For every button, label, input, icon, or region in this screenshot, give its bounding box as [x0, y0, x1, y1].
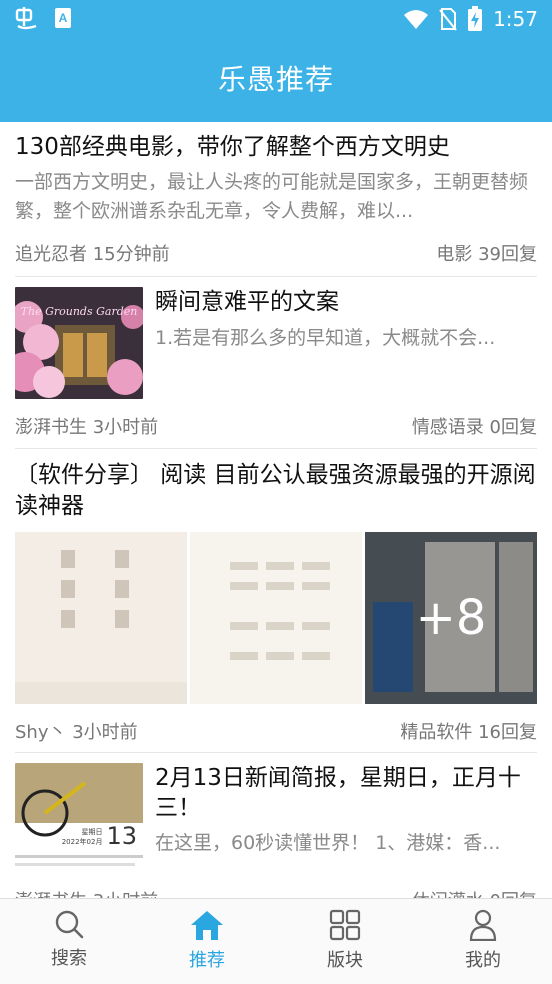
- status-time: 1:57: [493, 7, 538, 31]
- status-bar: A 1:57: [0, 0, 552, 38]
- post-author-time[interactable]: 追光忍者 15分钟前: [15, 240, 170, 266]
- post-title[interactable]: 130部经典电影，带你了解整个西方文明史: [15, 132, 537, 163]
- post-thumbnail[interactable]: 星期日 2022年02月 13: [15, 763, 143, 875]
- post-category-replies[interactable]: 情感语录 0回复: [412, 413, 537, 439]
- post-meta: 澎湃书生 3小时前 休闲灌水 0回复: [15, 887, 537, 898]
- home-icon: [191, 911, 223, 940]
- post-meta: 澎湃书生 3小时前 情感语录 0回复: [15, 413, 537, 439]
- app-bar: 乐愚推荐: [0, 38, 552, 122]
- no-sim-icon: [439, 8, 457, 31]
- post-title[interactable]: 〔软件分享〕 阅读 目前公认最强资源最强的开源阅读神器: [15, 460, 537, 522]
- nav-search[interactable]: 搜索: [0, 899, 138, 984]
- divider: [15, 276, 537, 277]
- post-title[interactable]: 瞬间意难平的文案: [155, 287, 537, 318]
- nav-label: 版块: [327, 950, 363, 971]
- post-image[interactable]: [15, 532, 187, 704]
- post-title[interactable]: 2月13日新闻简报，星期日，正月十三！: [155, 763, 537, 823]
- post-category-replies[interactable]: 休闲灌水 0回复: [412, 887, 537, 898]
- divider: [15, 752, 537, 753]
- post-card-4[interactable]: 星期日 2022年02月 13 2月13日新闻简报，星期日，正月十三！ 在这里，…: [15, 763, 537, 898]
- post-thumbnail[interactable]: The Grounds Garden: [15, 287, 143, 399]
- svg-text:A: A: [59, 11, 68, 25]
- thumb-sign-text: The Grounds Garden: [21, 305, 138, 318]
- grid-icon: [329, 909, 361, 941]
- battery-charging-icon: [468, 6, 483, 31]
- thumb-day: 13: [106, 822, 137, 850]
- nav-profile[interactable]: 我的: [414, 899, 552, 984]
- post-card-1[interactable]: 130部经典电影，带你了解整个西方文明史 一部西方文明史，最让人头疼的可能就是国…: [15, 132, 537, 274]
- post-author-time[interactable]: Shy丶 3小时前: [15, 718, 138, 744]
- post-meta: Shy丶 3小时前 精品软件 16回复: [15, 718, 537, 744]
- search-icon: [55, 910, 84, 939]
- post-image-strip: +8: [15, 532, 537, 704]
- post-card-3[interactable]: 〔软件分享〕 阅读 目前公认最强资源最强的开源阅读神器 +8: [15, 460, 537, 750]
- post-image[interactable]: [190, 532, 362, 704]
- nav-label: 我的: [465, 950, 501, 971]
- post-excerpt: 1.若是有那么多的早知道，大概就不会...: [155, 327, 496, 349]
- bottom-nav: 搜索 推荐 版块 我的: [0, 898, 552, 984]
- post-meta: 追光忍者 15分钟前 电影 39回复: [15, 240, 537, 266]
- divider: [15, 448, 537, 449]
- post-author-time[interactable]: 澎湃书生 3小时前: [15, 887, 158, 898]
- page-title: 乐愚推荐: [217, 63, 334, 96]
- post-card-2[interactable]: The Grounds Garden 瞬间意难平的文案 1.若是有那么多的早知道…: [15, 287, 537, 439]
- post-category-replies[interactable]: 精品软件 16回复: [400, 718, 537, 744]
- post-excerpt: 在这里，60秒读懂世界！ 1、港媒：香...: [155, 832, 501, 854]
- profile-icon: [469, 909, 497, 941]
- nav-label: 搜索: [51, 948, 87, 969]
- nav-recommend[interactable]: 推荐: [138, 899, 276, 984]
- post-card-3-meta: Shy丶 3小时前 精品软件 16回复: [15, 718, 537, 744]
- post-excerpt: 一部西方文明史，最让人头疼的可能就是国家多，王朝更替频繁，整个欧洲谱系杂乱无章，…: [15, 171, 529, 222]
- nav-boards[interactable]: 版块: [276, 899, 414, 984]
- thumb-weekday: 星期日: [81, 828, 103, 836]
- app-logo-icon: [15, 7, 37, 30]
- post-author-time[interactable]: 澎湃书生 3小时前: [15, 413, 158, 439]
- a-badge-icon: A: [55, 8, 71, 28]
- post-feed[interactable]: 130部经典电影，带你了解整个西方文明史 一部西方文明史，最让人头疼的可能就是国…: [0, 122, 552, 898]
- thumb-date: 2022年02月: [61, 838, 103, 846]
- post-image-more[interactable]: +8: [365, 532, 537, 704]
- more-images-count: +8: [365, 532, 537, 704]
- post-category-replies[interactable]: 电影 39回复: [436, 240, 537, 266]
- nav-label: 推荐: [189, 950, 225, 971]
- wifi-icon: [404, 10, 429, 29]
